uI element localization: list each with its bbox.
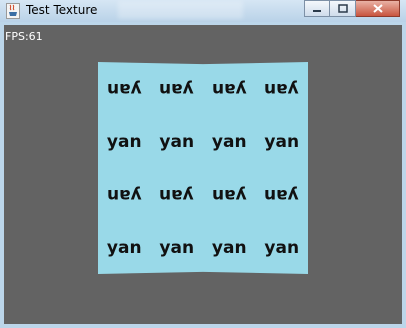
texture-cell: yan (264, 131, 300, 152)
texture-cell: yan (211, 237, 247, 258)
window-title: Test Texture (26, 3, 98, 17)
texture-cell: yan (106, 237, 142, 258)
texture-cell: yan (264, 184, 300, 205)
texture-cell: yan (159, 184, 195, 205)
minimize-icon (313, 9, 321, 12)
fps-counter: FPS:61 (5, 30, 43, 43)
minimize-button[interactable] (304, 0, 330, 17)
java-cup-icon[interactable] (6, 3, 20, 19)
maximize-button[interactable] (330, 0, 356, 17)
blurred-background-text (118, 1, 243, 19)
textured-quad: yan yan yan yan yan yan yan yan yan yan … (98, 62, 308, 274)
texture-cell: yan (106, 131, 142, 152)
texture-grid: yan yan yan yan yan yan yan yan yan yan … (98, 62, 308, 274)
texture-cell: yan (211, 78, 247, 99)
close-icon (372, 4, 383, 13)
close-button[interactable] (356, 0, 400, 17)
texture-cell: yan (264, 78, 300, 99)
texture-cell: yan (211, 131, 247, 152)
texture-cell: yan (159, 237, 195, 258)
render-canvas[interactable]: FPS:61 yan yan yan yan yan yan yan yan y… (4, 25, 402, 324)
texture-cell: yan (159, 78, 195, 99)
texture-cell: yan (159, 131, 195, 152)
texture-cell: yan (264, 237, 300, 258)
caption-buttons (304, 0, 400, 18)
title-bar[interactable]: Test Texture (0, 0, 406, 22)
texture-cell: yan (106, 184, 142, 205)
maximize-icon (337, 4, 348, 13)
app-window: Test Texture FPS:61 yan yan yan yan yan … (0, 0, 406, 328)
texture-cell: yan (211, 184, 247, 205)
texture-cell: yan (106, 78, 142, 99)
